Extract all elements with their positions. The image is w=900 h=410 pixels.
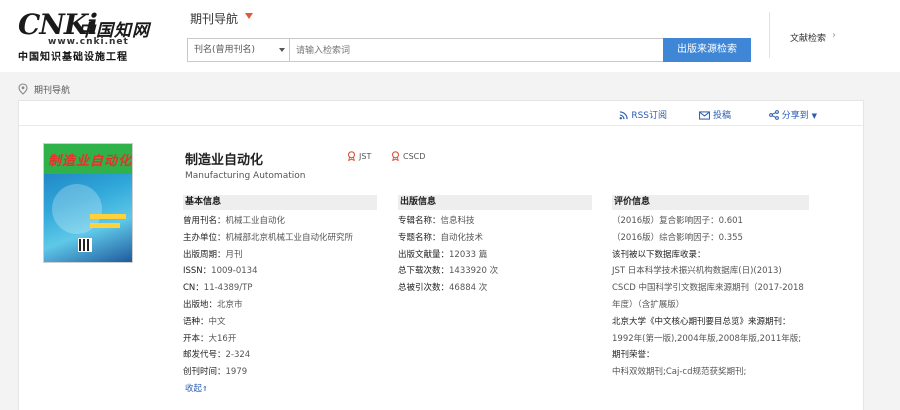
cscd-badge[interactable]: CSCD xyxy=(391,151,426,162)
share-icon xyxy=(768,110,779,120)
info-row: 语种：中文 xyxy=(183,316,226,327)
search-type-label: 刊名(曾用刊名) xyxy=(194,45,256,55)
cover-highlight-bar xyxy=(90,214,126,219)
evaluation-info-heading: 评价信息 xyxy=(612,195,809,210)
collapse-up-icon: ⇑ xyxy=(202,384,208,393)
composite-impact-factor: （2016版）复合影响因子：0.601 xyxy=(612,216,743,226)
cover-qr-code xyxy=(78,238,92,252)
award-icon xyxy=(391,151,400,162)
info-row: 出版文献量：12033 篇 xyxy=(398,249,488,260)
cover-highlight-bar xyxy=(90,223,120,228)
info-row: 出版周期：月刊 xyxy=(183,249,243,260)
share-label: 分享到 xyxy=(781,111,809,121)
site-header: CNKi 中国知网 www.cnki.net 中国知识基础设施工程 期刊导航 刊… xyxy=(0,0,900,72)
jst-badge[interactable]: JST xyxy=(347,151,372,162)
basic-info-heading: 基本信息 xyxy=(183,195,377,210)
collapse-label: 收起 xyxy=(185,383,203,394)
cscd-badge-label: CSCD xyxy=(403,152,426,161)
database-jst: JST 日本科学技术振兴机构数据库(日)(2013) xyxy=(612,266,782,277)
journal-detail-card: RSS订阅 投稿 分享到 ▼ 制造业自动化 制造业自动化 Manufacturi… xyxy=(18,100,864,410)
search-input[interactable] xyxy=(291,39,663,61)
journal-nav-dropdown[interactable]: 期刊导航 xyxy=(190,10,238,27)
breadcrumb-journal-nav[interactable]: 期刊导航 xyxy=(34,83,70,96)
cnki-logo[interactable]: CNKi 中国知网 www.cnki.net 中国知识基础设施工程 xyxy=(18,8,168,63)
database-heading: 该刊被以下数据库收录： xyxy=(612,249,706,260)
logo-subtitle: 中国知识基础设施工程 xyxy=(18,52,128,63)
info-row: 邮发代号：2-324 xyxy=(183,350,251,361)
pku-core-years: 1992年(第一版),2004年版,2008年版,2011年版; xyxy=(612,333,802,344)
contribute-link[interactable]: 投稿 xyxy=(699,108,731,121)
comprehensive-impact-factor: （2016版）综合影响因子：0.355 xyxy=(612,232,743,243)
rss-subscribe-link[interactable]: RSS订阅 xyxy=(619,108,667,121)
caret-down-icon: ▼ xyxy=(811,112,817,120)
info-row: 出版地：北京市 xyxy=(183,299,243,310)
evaluation-info-section: 评价信息 （2016版）复合影响因子：0.601 （2016版）综合影响因子：0… xyxy=(612,195,809,381)
card-divider xyxy=(19,125,863,126)
contribute-label: 投稿 xyxy=(712,111,731,121)
honors-heading: 期刊荣誉： xyxy=(612,350,655,361)
search-bar: 刊名(曾用刊名) 出版来源检索 xyxy=(187,38,751,62)
share-dropdown[interactable]: 分享到 ▼ xyxy=(768,108,817,121)
database-cscd: CSCD 中国科学引文数据库来源期刊（2017-2018 xyxy=(612,283,804,294)
journal-english-title: Manufacturing Automation xyxy=(185,171,306,181)
envelope-icon xyxy=(699,111,710,120)
honors-list: 中科双效期刊;Caj-cd规范获奖期刊; xyxy=(612,367,747,378)
header-divider xyxy=(769,12,770,58)
info-row: 曾用刊名：机械工业自动化 xyxy=(183,216,286,226)
pku-core-heading: 北京大学《中文核心期刊要目总览》来源期刊： xyxy=(612,316,791,327)
info-row: 总被引次数：46884 次 xyxy=(398,283,488,294)
dropdown-arrow-icon[interactable] xyxy=(245,13,253,19)
info-row: 专辑名称：信息科技 xyxy=(398,216,475,226)
cover-title: 制造业自动化 xyxy=(48,154,133,169)
publication-info-heading: 出版信息 xyxy=(398,195,592,210)
basic-info-section: 基本信息 曾用刊名：机械工业自动化 主办单位：机械部北京机械工业自动化研究所 出… xyxy=(183,195,377,398)
collapse-toggle[interactable]: 收起⇑ xyxy=(183,381,377,398)
literature-search-link[interactable]: 文献检索 xyxy=(790,31,826,44)
database-cscd-continued: 年度）（含扩展版） xyxy=(612,299,685,310)
info-row: 主办单位：机械部北京机械工业自动化研究所 xyxy=(183,232,354,243)
search-type-select[interactable]: 刊名(曾用刊名) xyxy=(188,39,290,61)
journal-title: 制造业自动化 xyxy=(185,153,264,168)
info-row: ISSN：1009-0134 xyxy=(183,266,258,277)
logo-url: www.cnki.net xyxy=(48,37,129,47)
caret-down-icon xyxy=(279,48,285,52)
jst-badge-label: JST xyxy=(359,152,372,161)
source-search-button[interactable]: 出版来源检索 xyxy=(663,38,751,62)
chevron-right-icon[interactable]: › xyxy=(832,30,836,41)
award-icon xyxy=(347,151,356,162)
rss-icon xyxy=(619,111,628,120)
publication-info-section: 出版信息 专辑名称：信息科技 专题名称：自动化技术 出版文献量：12033 篇 … xyxy=(398,195,592,297)
journal-cover-image: 制造业自动化 xyxy=(43,143,133,263)
info-row: 创刊时间：1979 xyxy=(183,367,248,378)
info-row: 总下载次数：1433920 次 xyxy=(398,266,499,277)
info-row: CN：11-4389/TP xyxy=(183,283,253,294)
info-row: 开本：大16开 xyxy=(183,333,237,344)
rss-label: RSS订阅 xyxy=(631,111,667,121)
info-row: 专题名称：自动化技术 xyxy=(398,232,484,243)
location-pin-icon xyxy=(18,83,28,95)
